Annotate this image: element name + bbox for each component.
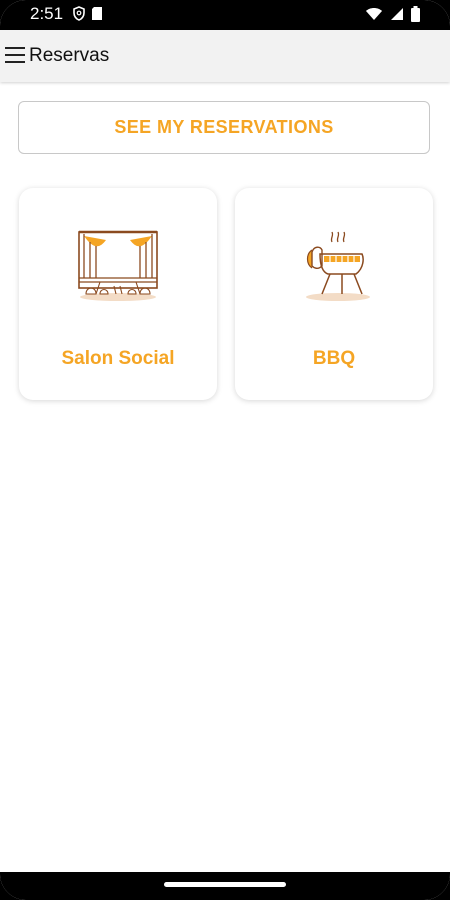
salon-social-card[interactable]: Salon Social — [19, 188, 217, 400]
grill-icon — [306, 231, 370, 301]
shield-icon — [73, 6, 85, 26]
signal-icon — [390, 7, 404, 26]
status-right-icons — [365, 6, 420, 27]
bbq-label: BBQ — [312, 348, 356, 369]
sim-card-icon — [91, 6, 103, 26]
hamburger-menu-icon[interactable] — [5, 47, 25, 63]
wifi-icon — [365, 7, 383, 26]
bbq-card[interactable]: BBQ — [235, 188, 433, 400]
app-bar: Reservas — [0, 30, 450, 82]
app-title: Reservas — [29, 45, 110, 66]
see-my-reservations-button[interactable]: SEE MY RESERVATIONS — [18, 101, 430, 154]
status-left-icons — [73, 6, 103, 26]
phone-screen: 2:51 Reservas SEE MY RESERVATIONS Salon … — [0, 0, 450, 900]
see-my-reservations-label: SEE MY RESERVATIONS — [114, 117, 334, 137]
stage-icon — [78, 230, 158, 301]
home-gesture-handle[interactable] — [164, 882, 286, 887]
status-bar: 2:51 — [0, 0, 450, 30]
status-time: 2:51 — [30, 4, 64, 23]
navigation-bar — [0, 872, 450, 900]
salon-social-label: Salon Social — [61, 348, 175, 369]
battery-icon — [411, 6, 420, 27]
